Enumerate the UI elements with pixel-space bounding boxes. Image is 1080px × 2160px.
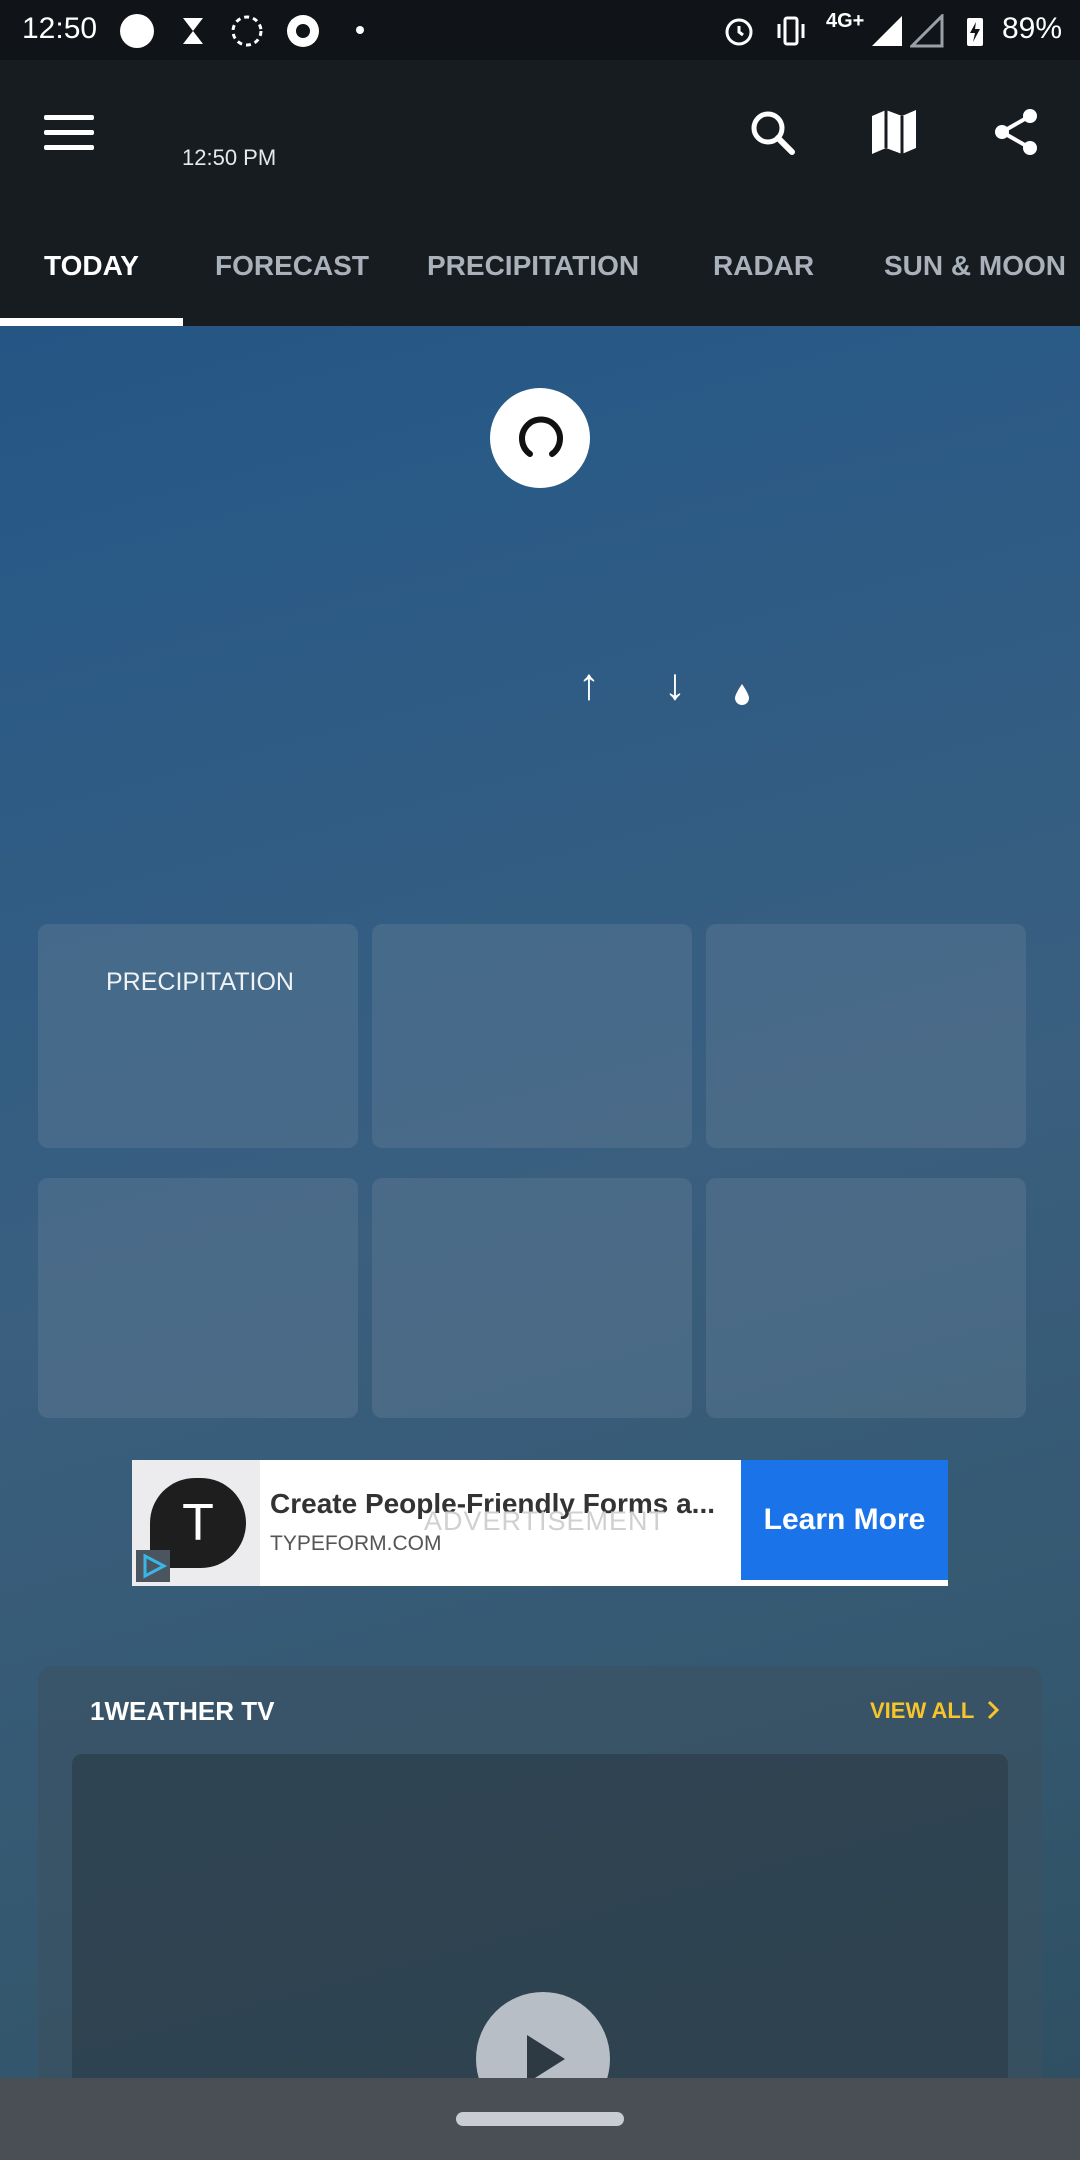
card-5[interactable]: [372, 1178, 692, 1418]
card-precipitation[interactable]: PRECIPITATION: [38, 924, 358, 1148]
low-temp-arrow-icon: ↓: [664, 660, 686, 709]
tab-indicator: [0, 318, 183, 326]
card-6[interactable]: [706, 1178, 1026, 1418]
home-gesture-handle[interactable]: [456, 2112, 624, 2126]
ad-domain: TYPEFORM.COM: [270, 1532, 442, 1555]
tab-radar[interactable]: RADAR: [713, 250, 814, 282]
map-icon[interactable]: [868, 106, 920, 158]
ad-choices-icon[interactable]: [136, 1550, 170, 1582]
app-bar: 12:50 PM: [0, 60, 1080, 212]
status-time: 12:50: [22, 12, 98, 45]
shutter-icon: [287, 15, 319, 47]
alarm-icon: [725, 18, 753, 46]
tab-forecast[interactable]: FORECAST: [215, 250, 369, 282]
view-all-label: VIEW ALL: [869, 1698, 974, 1723]
menu-icon[interactable]: [44, 115, 94, 153]
card-label: PRECIPITATION: [106, 968, 294, 996]
battery-percentage: 89%: [1001, 12, 1062, 45]
signal-empty-icon: [910, 14, 944, 48]
ad-logo-container: T: [132, 1460, 260, 1586]
signal-icon: [872, 16, 902, 46]
refresh-button[interactable]: [490, 388, 590, 488]
ad-label: ADVERTISEMENT: [424, 1506, 667, 1536]
tab-precipitation[interactable]: PRECIPITATION: [427, 250, 639, 282]
share-icon[interactable]: [990, 106, 1042, 158]
ad-banner[interactable]: T Create People-Friendly Forms a... TYPE…: [132, 1460, 948, 1586]
weather-tv-title: 1WEATHER TV: [90, 1696, 275, 1726]
view-all-link[interactable]: VIEW ALL: [870, 1698, 1000, 1724]
card-4[interactable]: [38, 1178, 358, 1418]
vibrate-icon: [777, 16, 805, 46]
notification-dot-icon: [356, 26, 364, 34]
status-bar: 12:50 4G+ 89%: [0, 0, 1080, 60]
learn-more-button[interactable]: Learn More: [741, 1460, 948, 1580]
high-temp-arrow-icon: ↑: [578, 660, 600, 709]
card-3[interactable]: [706, 924, 1026, 1148]
aperture-icon: [231, 15, 263, 47]
loading-spinner-icon: [519, 416, 563, 457]
chevron-right-icon: [987, 1700, 1000, 1720]
battery-charging-icon: [967, 18, 983, 46]
tab-today[interactable]: TODAY: [44, 250, 139, 282]
card-2[interactable]: [372, 924, 692, 1148]
music-notification-icon: [120, 14, 154, 48]
header-time: 12:50 PM: [182, 145, 277, 170]
tab-bar: TODAY FORECAST PRECIPITATION RADAR SUN &…: [0, 212, 1080, 326]
network-type: 4G+: [826, 10, 865, 32]
raindrop-icon: [735, 684, 749, 705]
tab-sun-moon[interactable]: SUN & MOON: [884, 250, 1066, 282]
hourglass-icon: [183, 18, 203, 44]
search-icon[interactable]: [748, 108, 798, 158]
navigation-bar: [0, 2078, 1080, 2160]
